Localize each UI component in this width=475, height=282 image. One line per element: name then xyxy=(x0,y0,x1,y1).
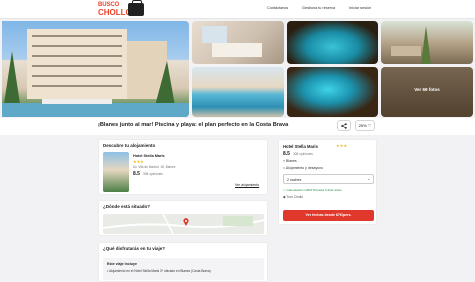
logo-line2: CHOLLO xyxy=(98,8,132,17)
heart-icon: ♡ xyxy=(367,123,372,128)
bed-icon: ⌂ xyxy=(283,166,286,170)
nav-contact[interactable]: Contáctanos xyxy=(267,6,288,10)
suitcase-icon xyxy=(128,0,144,16)
cancel-text: Cancelación GRATIS hasta 3 días antes xyxy=(286,188,342,192)
top-header: BUSCO CHOLLO Contáctanos Gestiona tu res… xyxy=(0,0,475,19)
location-pin-icon: ⌖ xyxy=(283,159,285,163)
map-pin-icon xyxy=(183,218,189,226)
photo-pool-day[interactable] xyxy=(192,67,284,117)
photo-pool-evening[interactable] xyxy=(287,67,378,117)
photo-main[interactable] xyxy=(2,21,189,117)
view-lodging-link[interactable]: Ver alojamiento xyxy=(235,183,259,187)
sidebar-reviews: 308 opiniones xyxy=(293,152,313,156)
title-bar: ¡Blanes junto al mar! Piscina y playa: e… xyxy=(0,118,475,135)
sidebar-city-row: ⌖ Blanes xyxy=(283,159,297,163)
nav-login[interactable]: Iniciar sesión xyxy=(349,6,371,10)
buscochollo-logo[interactable]: BUSCO CHOLLO xyxy=(98,0,148,17)
sidebar-regime: Alojamiento y desayuno xyxy=(285,166,324,170)
hotel-thumbnail[interactable] xyxy=(103,152,129,192)
enjoy-section-title: ¿Qué disfrutarás en tu viaje? xyxy=(103,246,166,251)
includes-title: Este viaje incluye xyxy=(107,262,137,266)
booking-card: Hotel Stella Maris ★★★ 8.5 308 opiniones… xyxy=(278,139,377,225)
photo-pool-night[interactable] xyxy=(287,21,378,64)
enjoy-card: ¿Qué disfrutarás en tu viaje? Este viaje… xyxy=(98,242,268,282)
chevron-down-icon: ⌄ xyxy=(367,177,370,181)
provider-row: ◆ Tour Chollo xyxy=(283,195,303,199)
sidebar-regime-row: ⌂ Alojamiento y desayuno xyxy=(283,166,323,170)
location-section-title: ¿Dónde está situado? xyxy=(103,204,151,209)
location-map[interactable] xyxy=(103,214,264,234)
nav-manage-booking[interactable]: Gestiona tu reserva xyxy=(302,6,335,10)
sidebar-rating: 8.5 xyxy=(283,151,290,157)
share-icon xyxy=(341,122,347,129)
view-dates-button[interactable]: Ver fechas desde 87€/pers. xyxy=(283,210,374,221)
includes-item-text: Alojamiento en el Hotel Stella Maris 3* … xyxy=(108,269,211,273)
sidebar-stars: ★★★ xyxy=(336,143,348,148)
lodging-card: Descubre tu alojamiento Hotel Stella Mar… xyxy=(98,139,268,195)
provider-name: Tour Chollo xyxy=(286,195,304,199)
hotel-stars: ★★★ xyxy=(133,159,144,164)
hotel-reviews: 308 opiniones xyxy=(143,172,163,176)
cancel-policy: ✓ Cancelación GRATIS hasta 3 días antes xyxy=(283,188,342,192)
favorite-button[interactable]: 25% ♡ xyxy=(355,120,375,131)
more-photos-label[interactable]: Ver 69 fotos xyxy=(381,87,473,92)
lodging-section-title: Descubre tu alojamiento xyxy=(103,143,156,148)
photo-gallery: Ver 69 fotos xyxy=(0,20,475,118)
page-title: ¡Blanes junto al mar! Piscina y playa: e… xyxy=(98,122,289,128)
includes-item: • Alojamiento en el Hotel Stella Maris 3… xyxy=(107,269,211,273)
photo-restaurant[interactable]: Ver 69 fotos xyxy=(381,67,473,117)
sidebar-hotel-name: Hotel Stella Maris xyxy=(283,144,318,149)
sidebar-city: Blanes xyxy=(285,159,297,163)
hotel-address: Av. Vila de Madrid, 18, Blanes xyxy=(133,165,176,169)
hotel-rating: 8.5 xyxy=(133,171,140,177)
nights-select[interactable]: 2 noches ⌄ xyxy=(283,174,374,184)
share-button[interactable] xyxy=(337,120,351,131)
nights-value: 2 noches xyxy=(287,177,302,182)
location-card: ¿Dónde está situado? xyxy=(98,200,268,236)
photo-lobby[interactable] xyxy=(381,21,473,64)
photo-room[interactable] xyxy=(192,21,284,64)
hotel-name: Hotel Stella Maris xyxy=(133,154,165,158)
favorite-count: 25% xyxy=(358,123,367,128)
